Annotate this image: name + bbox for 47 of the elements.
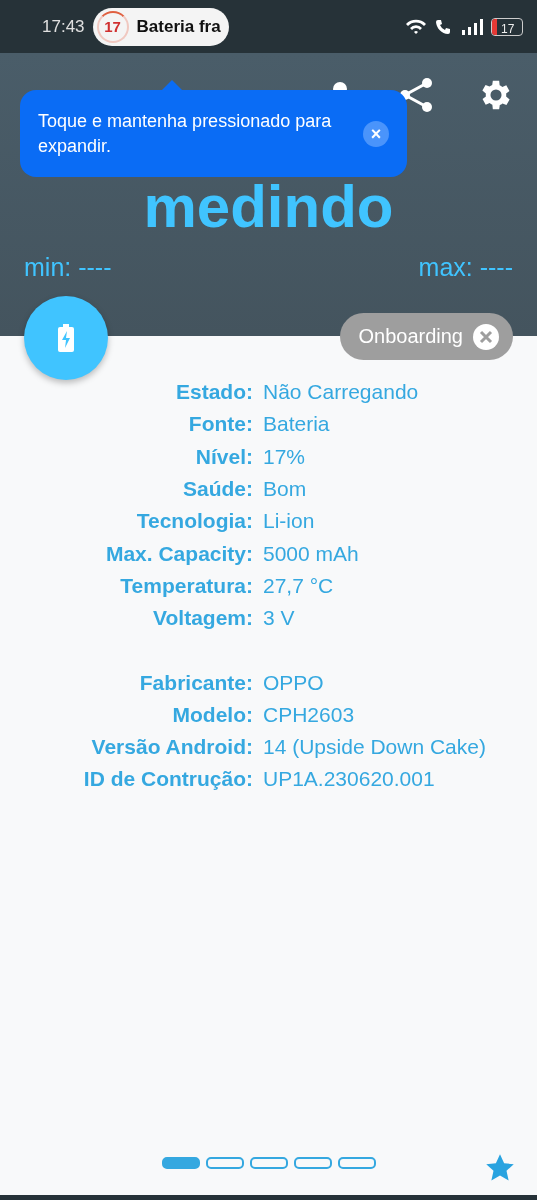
info-label: Max. Capacity: (104, 541, 254, 566)
info-value: Não Carregando (263, 380, 419, 405)
info-label: Saúde: (182, 477, 254, 502)
info-label: Fabricante: (138, 670, 254, 695)
status-reading: medindo (142, 177, 395, 237)
info-value: Bateria (263, 412, 330, 437)
info-value: UP1A.230620.001 (263, 767, 435, 792)
info-value: Bom (263, 477, 307, 502)
onboarding-chip[interactable]: Onboarding (340, 313, 513, 360)
min-reading: min: ---- (24, 253, 112, 282)
page-indicator[interactable] (293, 1156, 332, 1169)
info-value: 14 (Upside Down Cake) (263, 735, 486, 760)
notification-pill[interactable]: 17 Bateria fra (92, 7, 229, 46)
wifi-icon (405, 17, 427, 36)
battery-bolt-icon (57, 324, 75, 352)
page-indicator[interactable] (205, 1156, 244, 1169)
battery-level-badge: 17 (96, 10, 129, 43)
page-indicator[interactable] (337, 1156, 376, 1169)
info-value: OPPO (263, 670, 324, 695)
info-label: Voltagem: (152, 606, 254, 631)
tooltip-text: Toque e mantenha pressionado para expandir. (38, 110, 333, 158)
chip-label: Onboarding (358, 325, 463, 348)
clock-time: 17:43 (42, 16, 85, 37)
info-value: CPH2603 (263, 702, 355, 727)
page-indicator[interactable] (249, 1156, 288, 1169)
info-label: Estado: (175, 380, 254, 405)
signal-icon (461, 18, 483, 35)
info-label: Modelo: (171, 702, 254, 727)
info-label: Versão Android: (90, 735, 254, 760)
info-label: Tecnologia: (135, 509, 254, 534)
close-icon[interactable] (473, 323, 499, 350)
info-value: 5000 mAh (263, 541, 359, 566)
star-icon[interactable] (485, 1153, 515, 1183)
info-value: 27,7 °C (263, 573, 334, 598)
phone-icon (435, 17, 453, 36)
max-reading: max: ---- (418, 253, 513, 282)
info-label: Nível: (194, 444, 254, 469)
battery-charge-button[interactable] (24, 296, 108, 380)
info-value: 3 V (263, 606, 295, 631)
info-label: ID de Contrução: (82, 767, 254, 792)
info-label: Temperatura: (119, 573, 254, 598)
info-label: Fonte: (187, 412, 254, 437)
close-button[interactable]: × (363, 120, 389, 147)
info-value: Li-ion (263, 509, 315, 534)
info-value: 17% (263, 444, 306, 469)
page-indicator[interactable] (161, 1156, 200, 1169)
battery-percent: 17 (500, 21, 515, 35)
